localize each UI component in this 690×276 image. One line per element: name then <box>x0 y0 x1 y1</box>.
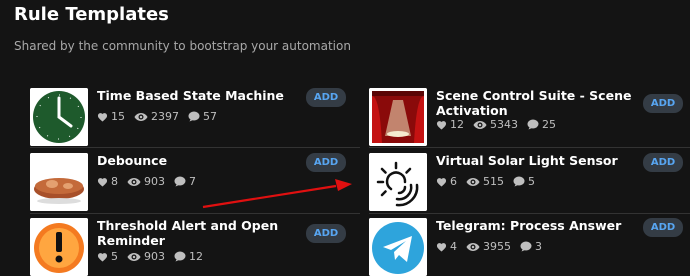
annotation-arrow <box>202 179 352 209</box>
